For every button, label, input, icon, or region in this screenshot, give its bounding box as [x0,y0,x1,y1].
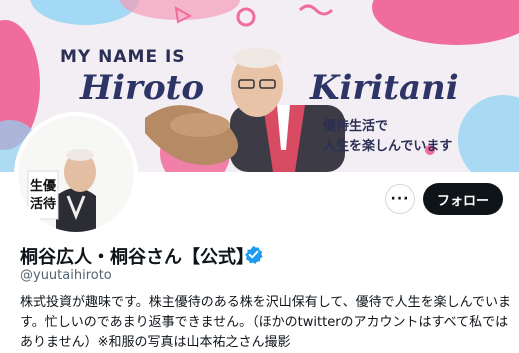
profile-handle: @yuutaihiroto [20,268,112,283]
profile-avatar[interactable]: 生優 活待 [14,112,138,236]
banner-tagline: 優待生活で 人生を楽しんでいます [323,117,452,157]
banner-tagline-line1: 優待生活で [323,119,389,134]
verified-badge-icon [245,245,263,264]
banner-last-name: Kiritani [310,68,459,108]
more-button[interactable]: ··· [385,184,415,214]
banner-tagline-line2: 人生を楽しんでいます [323,139,453,154]
svg-text:生優: 生優 [30,178,57,194]
banner-first-name: Hiroto [80,68,205,108]
profile-bio: 株式投資が趣味です。株主優待のある株を沢山保有して、優待で人生を楽しんでいます。… [20,295,512,350]
avatar-photo: 生優 活待 [18,116,134,232]
svg-text:活待: 活待 [30,196,56,212]
more-icon: ··· [390,191,410,207]
follow-button[interactable]: フォロー [423,183,503,215]
banner-intro-text: MY NAME IS [60,47,186,67]
profile-display-name: 桐谷広人・桐谷さん【公式】 [20,247,254,268]
